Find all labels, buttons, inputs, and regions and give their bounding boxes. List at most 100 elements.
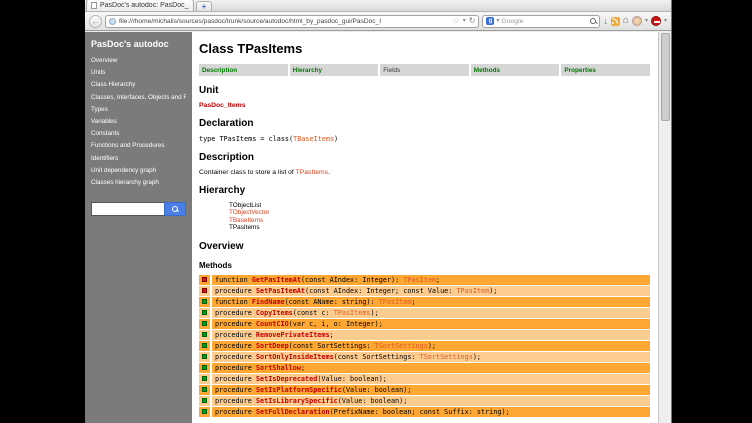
code-text: ; — [301, 364, 305, 372]
bookmark-star-icon[interactable]: ☆ — [453, 17, 460, 25]
search-icon[interactable] — [590, 18, 596, 24]
type-link[interactable]: TBaseItems — [293, 135, 334, 143]
visibility-public-icon — [202, 354, 207, 359]
persona-avatar-icon[interactable] — [632, 16, 642, 26]
code-text: procedure — [215, 342, 256, 350]
declaration-code: type TPasItems = class(TBaseItems) — [199, 135, 650, 143]
home-icon[interactable]: ⌂ — [623, 16, 629, 26]
member-name-link[interactable]: CopyItems — [256, 309, 293, 317]
member-declaration: procedure CountCIO(var c, i, o: Integer)… — [212, 319, 650, 329]
page-title: Class TPasItems — [199, 41, 650, 56]
navigation-toolbar: ← ☆ ▾ ↻ g ▾ Google ↓ ⌂ ▾ ▾ — [85, 12, 671, 31]
type-link[interactable]: TPasItem — [379, 298, 412, 306]
visibility-public-icon — [202, 321, 207, 326]
member-row: procedure SetIsPlatformSpecific(Value: b… — [199, 385, 650, 395]
search-bar[interactable]: g ▾ Google — [482, 15, 600, 28]
member-name-link[interactable]: FindName — [252, 298, 285, 306]
section-nav-hierarchy[interactable]: Hierarchy — [290, 64, 379, 76]
code-text: procedure — [215, 375, 256, 383]
hierarchy-item[interactable]: TObjectVector — [229, 209, 650, 216]
code-text: procedure — [215, 397, 256, 405]
adblock-icon[interactable] — [651, 16, 661, 26]
member-name-link[interactable]: SetPasItemAt — [256, 287, 305, 295]
engine-dropdown-icon[interactable]: ▾ — [496, 18, 499, 24]
code-text: ) — [334, 135, 338, 143]
member-name-link[interactable]: SetFullDeclaration — [256, 408, 330, 416]
section-nav-properties[interactable]: Properties — [561, 64, 650, 76]
visibility-cell — [199, 286, 210, 296]
browser-window: PasDoc's autodoc: PasDoc_I... + ← ☆ ▾ ↻ … — [85, 0, 672, 423]
member-name-link[interactable]: SortOnlyInsideItems — [256, 353, 334, 361]
hierarchy-item[interactable]: TBaseItems — [229, 217, 650, 224]
member-row: procedure SetPasItemAt(const AIndex: Int… — [199, 286, 650, 296]
code-text: procedure — [215, 287, 256, 295]
sidebar-item[interactable]: Types — [91, 106, 186, 113]
member-name-link[interactable]: SortShallow — [256, 364, 301, 372]
reload-icon[interactable]: ↻ — [469, 17, 476, 25]
sidebar-item[interactable]: Classes, Interfaces, Objects and Records — [91, 94, 186, 101]
unit-link[interactable]: PasDoc_Items — [199, 102, 650, 109]
type-link[interactable]: TPasItems — [334, 309, 371, 317]
visibility-protected-icon — [202, 277, 207, 282]
type-link[interactable]: TSortSettings — [375, 342, 428, 350]
back-button[interactable]: ← — [89, 15, 102, 28]
code-text: type TPasItems = class( — [199, 135, 293, 143]
member-name-link[interactable]: RemovePrivateItems — [256, 331, 330, 339]
member-row: procedure RemovePrivateItems; — [199, 330, 650, 340]
new-tab-button[interactable]: + — [196, 1, 212, 11]
sidebar-item[interactable]: Constants — [91, 130, 186, 137]
section-nav-description[interactable]: Description — [199, 64, 288, 76]
member-row: function FindName(const AName: string): … — [199, 297, 650, 307]
member-row: procedure CopyItems(const c: TPasItems); — [199, 308, 650, 318]
text: Container class to store a list of — [199, 169, 296, 176]
search-input[interactable]: Google — [501, 18, 588, 25]
sidebar-search-button[interactable] — [164, 202, 186, 216]
sidebar-item[interactable]: Variables — [91, 118, 186, 125]
sidebar-search-input[interactable] — [91, 202, 164, 216]
downloads-icon[interactable]: ↓ — [603, 16, 608, 26]
code-text: ); — [489, 287, 497, 295]
vertical-scrollbar[interactable] — [658, 32, 671, 423]
member-name-link[interactable]: SetIsDeprecated — [256, 375, 317, 383]
type-link[interactable]: TPasItem — [456, 287, 489, 295]
member-name-link[interactable]: CountCIO — [256, 320, 289, 328]
visibility-cell — [199, 330, 210, 340]
type-link[interactable]: TPasItems — [296, 169, 328, 176]
browser-tab[interactable]: PasDoc's autodoc: PasDoc_I... — [86, 0, 194, 11]
type-link[interactable]: TSortSettings — [420, 353, 473, 361]
code-text: procedure — [215, 320, 256, 328]
section-nav-methods[interactable]: Methods — [471, 64, 560, 76]
member-name-link[interactable]: SortDeep — [256, 342, 289, 350]
url-dropdown-icon[interactable]: ▾ — [463, 18, 466, 24]
member-declaration: procedure SetIsLibrarySpecific(Value: bo… — [212, 396, 650, 406]
persona-dropdown-icon[interactable]: ▾ — [645, 18, 648, 24]
sidebar-item[interactable]: Units — [91, 69, 186, 76]
url-input[interactable] — [119, 18, 450, 25]
visibility-protected-icon — [202, 288, 207, 293]
search-engine-icon[interactable]: g — [486, 17, 494, 25]
sidebar-item[interactable]: Functions and Procedures — [91, 142, 186, 149]
description-heading: Description — [199, 152, 650, 163]
member-row: procedure SetIsDeprecated(Value: boolean… — [199, 374, 650, 384]
code-text: ; — [436, 276, 440, 284]
member-declaration: procedure RemovePrivateItems; — [212, 330, 650, 340]
code-text: function — [215, 276, 252, 284]
member-name-link[interactable]: SetIsLibrarySpecific — [256, 397, 338, 405]
scrollbar-thumb[interactable] — [661, 33, 670, 121]
code-text: (PrefixName: boolean; const Suffix: stri… — [330, 408, 510, 416]
sidebar-item[interactable]: Unit dependency graph — [91, 167, 186, 174]
member-name-link[interactable]: SetIsPlatformSpecific — [256, 386, 342, 394]
visibility-cell — [199, 275, 210, 285]
visibility-public-icon — [202, 299, 207, 304]
sidebar-item[interactable]: Overview — [91, 57, 186, 64]
sidebar-item[interactable]: Identifiers — [91, 155, 186, 162]
code-text: function — [215, 298, 252, 306]
adblock-dropdown-icon[interactable]: ▾ — [664, 18, 667, 24]
type-link[interactable]: TPasItem — [403, 276, 436, 284]
url-bar[interactable]: ☆ ▾ ↻ — [105, 15, 479, 28]
sidebar-item[interactable]: Class Hierarchy — [91, 81, 186, 88]
sidebar-item[interactable]: Classes hierarchy graph — [91, 179, 186, 186]
overview-heading: Overview — [199, 241, 650, 252]
rss-feed-icon[interactable] — [611, 17, 620, 26]
member-name-link[interactable]: GetPasItemAt — [252, 276, 301, 284]
